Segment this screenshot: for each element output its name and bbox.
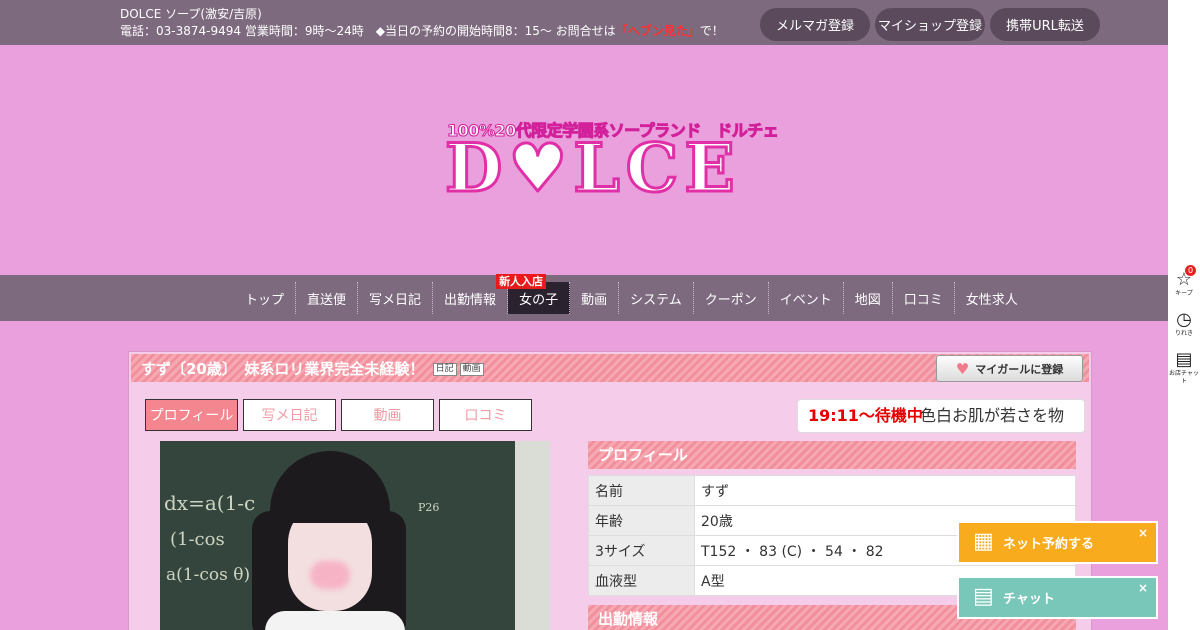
mosaic-blur [310,561,350,589]
keep-label: キープ [1175,290,1193,297]
nav-direct[interactable]: 直送便 [296,282,359,314]
add-mygirl-label: マイガールに登録 [975,362,1064,376]
shop-contact: 電話：03-3874-9494 営業時間：9時～24時 ◆当日の予約の開始時間8… [120,23,724,40]
shop-chat-button[interactable]: ▤ お店チャット [1168,350,1200,386]
tab-video[interactable]: 動画 [341,399,434,431]
table-row: 名前 すず [588,475,1076,506]
row-value: すず [694,475,1076,506]
diary-badge: 日記 [432,363,457,376]
shop-chat-label: お店チャット [1169,370,1199,385]
chalk-text: dx=a(1-c [164,491,256,515]
tab-reviews[interactable]: 口コミ [439,399,532,431]
shop-name: DOLCE ソープ(激安/吉原) [120,7,262,21]
net-reserve-button[interactable]: ▦ ネット予約する × [957,521,1158,564]
right-sidebar: ☆ キープ 0 ◷ りれき ▤ お店チャット [1168,0,1200,630]
girl-photo[interactable]: dx=a(1-c (1-cos a(1-cos θ) P26 [160,441,550,630]
girl-title-text: すず〔20歳〕 妹系ロリ業界完全未経験！ [141,360,425,378]
keep-count-badge: 0 [1185,265,1196,276]
window-frame [515,441,550,630]
chalk-text: (1-cos [170,529,225,550]
ticker-status: 19:11～待機中 [808,406,923,425]
video-badge: 動画 [459,363,484,376]
status-ticker: 色白お肌が若さを物 19:11～待機中 [797,399,1085,433]
mobile-url-button[interactable]: 携帯URL転送 [990,8,1100,41]
calendar-icon: ▦ [973,529,994,554]
heaven-phrase: 「ヘブン見た」 [615,24,700,38]
keep-button[interactable]: ☆ キープ [1168,270,1200,298]
nav-girls-label: 女の子 [519,292,559,308]
close-icon[interactable]: × [1138,526,1148,540]
profile-panel: すず〔20歳〕 妹系ロリ業界完全未経験！ 日記 動画 ♥ マイガールに登録 プロフ… [128,351,1092,630]
mailmag-button[interactable]: メルマガ登録 [760,8,870,41]
add-mygirl-button[interactable]: ♥ マイガールに登録 [936,355,1083,382]
nav-recruit[interactable]: 女性求人 [955,282,1029,314]
chat-label: チャット [1003,592,1055,607]
hero-banner: 100%20代限定学園系ソープランド ドルチェ D♥LCE [0,45,1168,275]
contact-suffix: で！ [699,24,724,38]
nav-top[interactable]: トップ [234,282,297,314]
profile-title-bar: すず〔20歳〕 妹系ロリ業界完全未経験！ 日記 動画 ♥ マイガールに登録 [131,354,1089,382]
tab-profile[interactable]: プロフィール [145,399,238,431]
contact-text: 電話：03-3874-9494 営業時間：9時～24時 ◆当日の予約の開始時間8… [120,24,616,38]
row-label: 名前 [588,475,695,506]
chat-button[interactable]: ▤ チャット × [957,576,1158,619]
row-label: 年齢 [588,505,695,536]
nav-event[interactable]: イベント [769,282,844,314]
tab-photo-diary[interactable]: 写メ日記 [243,399,336,431]
profile-section-heading: プロフィール [588,441,1076,469]
history-button[interactable]: ◷ りれき [1168,310,1200,338]
nav-system[interactable]: システム [619,282,694,314]
nav-video[interactable]: 動画 [570,282,620,314]
history-label: りれき [1174,330,1193,337]
net-reserve-label: ネット予約する [1003,537,1095,552]
girl-title: すず〔20歳〕 妹系ロリ業界完全未経験！ 日記 動画 [141,358,484,379]
row-label: 血液型 [588,565,695,596]
row-label: 3サイズ [588,535,695,566]
myshop-button[interactable]: マイショップ登録 [875,8,985,41]
chalk-text: P26 [418,501,440,514]
chat-icon: ▤ [1175,349,1193,370]
nav-coupon[interactable]: クーポン [694,282,769,314]
nav-girls[interactable]: 新人入店 女の子 [496,274,571,314]
main-nav: トップ 直送便 写メ日記 出勤情報 新人入店 女の子 動画 システム クーポン … [0,274,1168,321]
top-bar: DOLCE ソープ(激安/吉原) 電話：03-3874-9494 営業時間：9時… [0,0,1168,45]
shop-info: DOLCE ソープ(激安/吉原) 電話：03-3874-9494 営業時間：9時… [120,6,724,40]
history-icon: ◷ [1176,309,1192,330]
shop-logo[interactable]: 100%20代限定学園系ソープランド ドルチェ D♥LCE [444,117,780,207]
sailor-uniform [265,611,405,630]
new-face-badge: 新人入店 [496,274,547,289]
heart-icon: ♥ [955,359,970,378]
ticker-message: 色白お肌が若さを物 [920,406,1065,425]
close-icon[interactable]: × [1138,581,1148,595]
nav-map[interactable]: 地図 [844,282,893,314]
logo-wordmark: D♥LCE [444,129,741,207]
chat-bubble-icon: ▤ [973,584,994,609]
chalk-text: a(1-cos θ) [166,565,251,585]
nav-reviews[interactable]: 口コミ [893,282,955,314]
nav-photo-diary[interactable]: 写メ日記 [358,282,434,314]
